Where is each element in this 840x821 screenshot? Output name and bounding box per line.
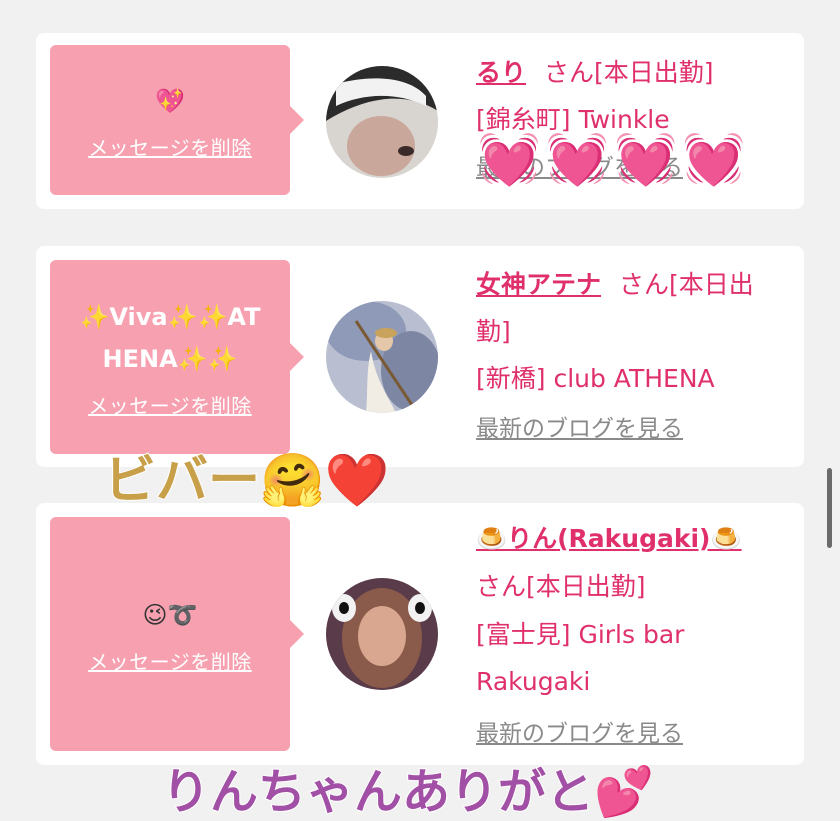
latest-blog-link[interactable]: 最新のブログを見る — [476, 721, 683, 747]
shop-name: [富士見] Girls bar Rakugaki — [476, 620, 685, 696]
latest-blog-link[interactable]: 最新のブログを見る — [476, 416, 683, 442]
cast-status: さん[本日出勤] — [544, 58, 714, 87]
cast-name-link[interactable]: 女神アテナ — [476, 270, 601, 299]
bieber-sticker: ビバー🤗❤️ — [103, 450, 390, 512]
cast-info: 女神アテナ さん[本日出勤] [新橋] club ATHENA 最新のブログを見る — [476, 261, 776, 453]
thanks-sticker: りんちゃんありがと💕 — [161, 763, 655, 821]
shop-name: [新橋] club ATHENA — [476, 364, 715, 393]
delete-message-link[interactable]: メッセージを削除 — [88, 390, 252, 419]
cast-name-link[interactable]: 🍮りん(Rakugaki)🍮 — [476, 524, 742, 553]
cast-name-row: 🍮りん(Rakugaki)🍮 さん[本日出勤] — [476, 515, 766, 611]
message-bubble: 😉➰ メッセージを削除 — [50, 517, 290, 751]
avatar[interactable] — [326, 66, 438, 178]
cast-card: 😉➰ メッセージを削除 🍮りん(Rakugaki)🍮 さん[本日出勤] [富士見]… — [36, 503, 804, 765]
cast-name-link[interactable]: るり — [476, 58, 526, 87]
message-bubble: 💖 メッセージを削除 — [50, 45, 290, 195]
avatar[interactable] — [326, 301, 438, 413]
cast-status: さん[本日出勤] — [476, 572, 646, 601]
message-text: ✨Viva✨✨ATHENA✨✨ — [79, 302, 261, 373]
avatar[interactable] — [326, 578, 438, 690]
delete-message-link[interactable]: メッセージを削除 — [88, 132, 252, 161]
hearts-sticker: 💓💓💓💓 — [477, 129, 752, 189]
cast-card: ✨Viva✨✨ATHENA✨✨ メッセージを削除 女神アテナ さん[本日出勤] [… — [36, 246, 804, 467]
cast-info: 🍮りん(Rakugaki)🍮 さん[本日出勤] [富士見] Girls bar R… — [476, 515, 766, 758]
message-bubble: ✨Viva✨✨ATHENA✨✨ メッセージを削除 — [50, 260, 290, 454]
scrollbar[interactable] — [827, 468, 832, 548]
message-text: 💖 — [155, 86, 185, 115]
message-text: 😉➰ — [142, 600, 198, 629]
delete-message-link[interactable]: メッセージを削除 — [88, 646, 252, 675]
